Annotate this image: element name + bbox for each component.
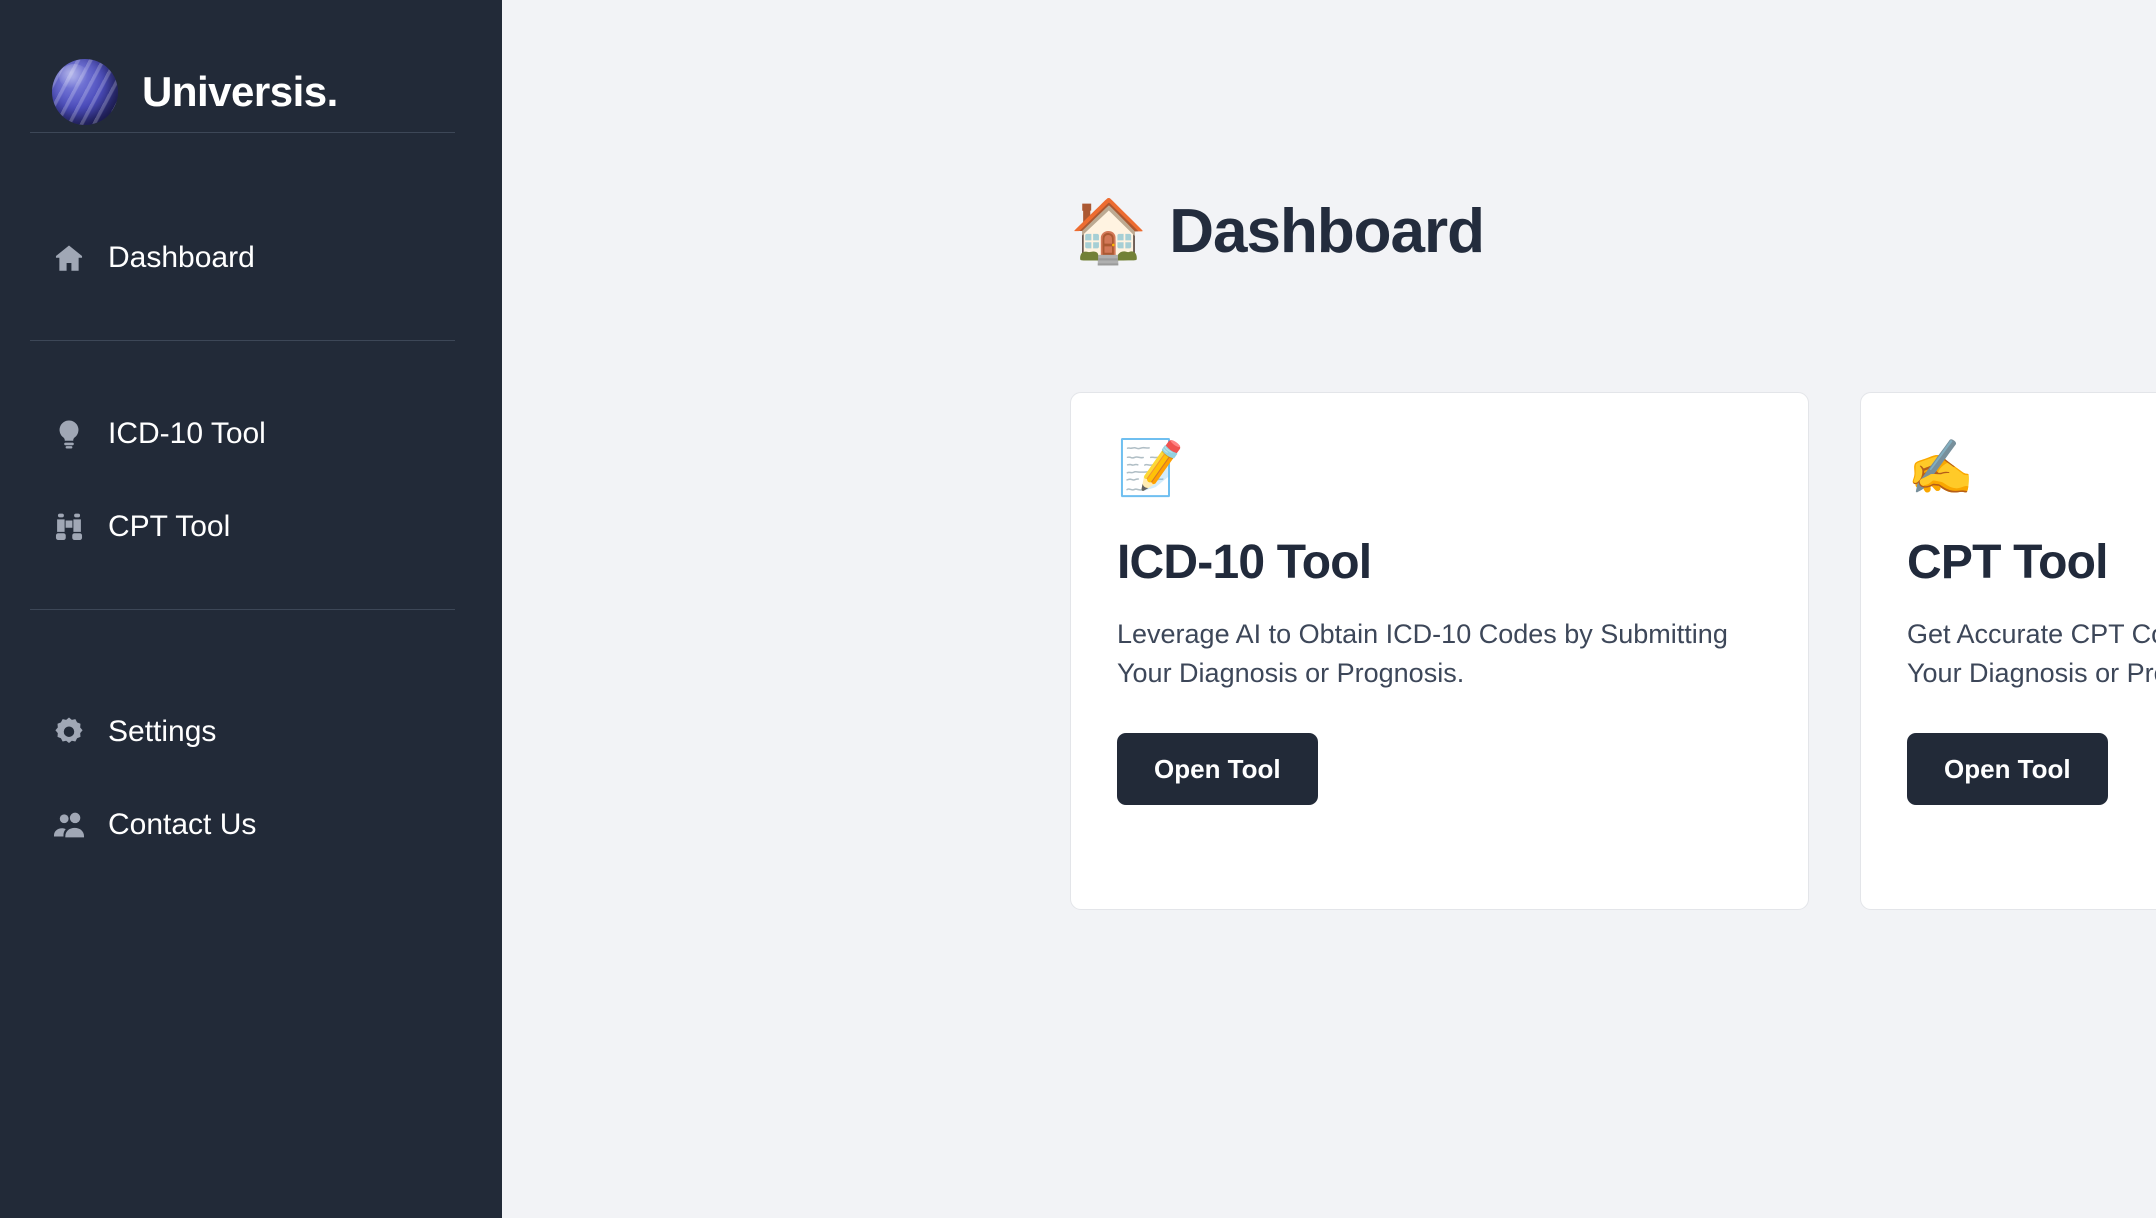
planet-sphere-logo-icon: [52, 59, 118, 125]
page-title: 🏠 Dashboard: [502, 0, 2156, 263]
sidebar-item-contact-us[interactable]: Contact Us: [0, 778, 502, 871]
brand-name: Universis.: [142, 68, 338, 115]
tool-card-cpt: ✍️ CPT Tool Get Accurate CPT Codes with …: [1860, 392, 2156, 910]
page-title-text: Dashboard: [1169, 197, 1485, 266]
main-content: 🏠 Dashboard 📝 ICD-10 Tool Leverage AI to…: [502, 0, 2156, 1218]
nav-group-tools: ICD-10 Tool CPT Tool: [0, 387, 502, 573]
tool-cards-grid: 📝 ICD-10 Tool Leverage AI to Obtain ICD-…: [1070, 392, 2156, 910]
house-emoji-icon: 🏠: [1070, 197, 1148, 266]
sidebar-item-label: Settings: [108, 714, 217, 748]
tool-card-icd10: 📝 ICD-10 Tool Leverage AI to Obtain ICD-…: [1070, 392, 1809, 910]
sidebar-item-settings[interactable]: Settings: [0, 685, 502, 778]
sidebar-item-label: Contact Us: [108, 807, 257, 841]
writing-hand-emoji-icon: ✍️: [1907, 438, 1975, 498]
nav-group-primary: Dashboard: [0, 211, 502, 304]
sidebar: Universis. Dashboard ICD-10 Tool CPT Too…: [0, 0, 502, 1218]
people-icon: [52, 808, 86, 842]
nav-group-secondary: Settings Contact Us: [0, 685, 502, 871]
tool-card-description: Leverage AI to Obtain ICD-10 Codes by Su…: [1117, 619, 1728, 689]
lightbulb-icon: [52, 417, 86, 451]
tool-card-description: Get Accurate CPT Codes with AI by Submit…: [1907, 619, 2156, 689]
brand[interactable]: Universis.: [0, 0, 502, 132]
sidebar-item-label: CPT Tool: [108, 509, 231, 543]
home-icon: [52, 241, 86, 275]
tool-card-title: CPT Tool: [1907, 536, 2108, 589]
open-tool-button-cpt[interactable]: Open Tool: [1907, 733, 2108, 806]
sidebar-item-icd10-tool[interactable]: ICD-10 Tool: [0, 387, 502, 480]
sidebar-item-label: ICD-10 Tool: [108, 416, 266, 450]
tool-card-title: ICD-10 Tool: [1117, 536, 1372, 589]
memo-emoji-icon: 📝: [1117, 438, 1185, 498]
gear-icon: [52, 715, 86, 749]
sidebar-item-label: Dashboard: [108, 240, 255, 274]
sidebar-item-dashboard[interactable]: Dashboard: [0, 211, 502, 304]
binoculars-icon: [52, 510, 86, 544]
open-tool-button-icd10[interactable]: Open Tool: [1117, 733, 1318, 806]
sidebar-item-cpt-tool[interactable]: CPT Tool: [0, 480, 502, 573]
